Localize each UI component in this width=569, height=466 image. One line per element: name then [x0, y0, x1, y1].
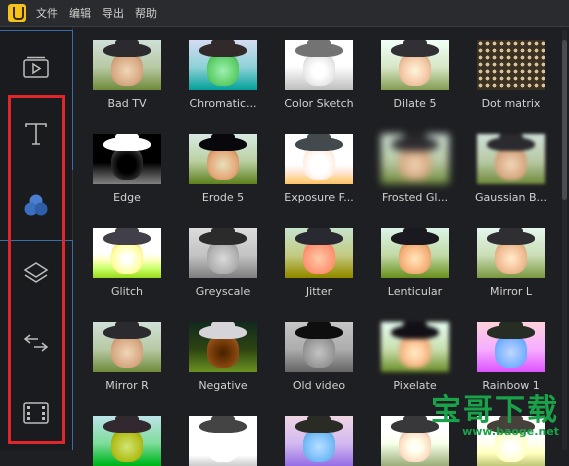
filter-label: Mirror L	[489, 285, 533, 298]
filter-label: Chromatic...	[189, 97, 257, 110]
filter-thumbnail	[189, 416, 257, 466]
filter-thumbnail	[381, 40, 449, 90]
filter-item[interactable]: Color Sketch	[276, 40, 362, 110]
menu-edit[interactable]: 编辑	[69, 5, 91, 21]
filter-item[interactable]	[84, 416, 170, 466]
app-logo-icon	[8, 4, 26, 22]
watermark-title: 宝哥下载	[431, 393, 559, 428]
filter-label: Dilate 5	[393, 97, 437, 110]
filter-item[interactable]: Glitch	[84, 228, 170, 298]
filter-thumbnail	[477, 322, 545, 372]
filter-label: Color Sketch	[284, 97, 354, 110]
filter-label: Frosted Gl...	[382, 191, 448, 204]
media-icon	[23, 56, 49, 78]
scrollbar-thumb[interactable]	[562, 40, 567, 200]
filter-label: Exposure F...	[284, 191, 354, 204]
filter-item[interactable]	[276, 416, 362, 466]
filter-item[interactable]: Greyscale	[180, 228, 266, 298]
filter-thumbnail	[477, 134, 545, 184]
filter-thumbnail	[477, 40, 545, 90]
filter-item[interactable]: Chromatic...	[180, 40, 266, 110]
active-tab-indicator	[72, 240, 73, 450]
filter-item[interactable]: Exposure F...	[276, 134, 362, 204]
filter-thumbnail	[189, 134, 257, 184]
grid-scrollbar[interactable]	[562, 30, 567, 450]
watermark: 宝哥下载 www.baoge.net	[431, 385, 559, 438]
filter-thumbnail	[285, 228, 353, 278]
filter-thumbnail	[285, 322, 353, 372]
filter-thumbnail	[285, 40, 353, 90]
menu-help[interactable]: 帮助	[135, 5, 157, 21]
filter-item[interactable]: Gaussian B...	[468, 134, 554, 204]
filter-thumbnail	[93, 416, 161, 466]
filter-thumbnail	[93, 40, 161, 90]
filter-item[interactable]: Old video	[276, 322, 362, 392]
filter-item[interactable]: Erode 5	[180, 134, 266, 204]
filter-thumbnail	[381, 134, 449, 184]
filter-label: Gaussian B...	[475, 191, 547, 204]
filter-label: Old video	[292, 379, 346, 392]
filter-thumbnail	[381, 228, 449, 278]
filter-label: Jitter	[305, 285, 333, 298]
filter-thumbnail	[93, 322, 161, 372]
filter-label: Greyscale	[195, 285, 251, 298]
filter-label: Bad TV	[107, 97, 147, 110]
filter-thumbnail	[189, 322, 257, 372]
filter-thumbnail	[93, 134, 161, 184]
filter-thumbnail	[93, 228, 161, 278]
active-tab-indicator	[72, 30, 73, 170]
filter-item[interactable]: Lenticular	[372, 228, 458, 298]
menubar: 文件 编辑 导出 帮助	[0, 0, 569, 27]
filter-item[interactable]: Bad TV	[84, 40, 170, 110]
filter-item[interactable]: Frosted Gl...	[372, 134, 458, 204]
media-button[interactable]	[18, 49, 54, 85]
filter-item[interactable]	[180, 416, 266, 466]
filter-item[interactable]: Jitter	[276, 228, 362, 298]
menu-file[interactable]: 文件	[36, 5, 58, 21]
filter-label: Glitch	[111, 285, 143, 298]
filter-label: Erode 5	[201, 191, 245, 204]
filter-thumbnail	[285, 134, 353, 184]
filter-item[interactable]: Dilate 5	[372, 40, 458, 110]
filter-item[interactable]: Edge	[84, 134, 170, 204]
annotation-highlight-box	[8, 95, 65, 444]
filter-item[interactable]: Mirror R	[84, 322, 170, 392]
filter-label: Mirror R	[105, 379, 149, 392]
filter-item[interactable]: Pixelate	[372, 322, 458, 392]
filter-label: Negative	[198, 379, 248, 392]
filter-label: Edge	[113, 191, 141, 204]
filter-thumbnail	[189, 228, 257, 278]
filter-item[interactable]: Rainbow 1	[468, 322, 554, 392]
filter-item[interactable]: Negative	[180, 322, 266, 392]
sidebar-divider	[0, 30, 72, 31]
filter-label: Lenticular	[387, 285, 443, 298]
filter-item[interactable]: Mirror L	[468, 228, 554, 298]
filter-thumbnail	[285, 416, 353, 466]
filter-label: Dot matrix	[481, 97, 541, 110]
menu-export[interactable]: 导出	[102, 5, 124, 21]
filter-thumbnail	[381, 322, 449, 372]
filter-thumbnail	[189, 40, 257, 90]
filter-thumbnail	[477, 228, 545, 278]
filter-item[interactable]: Dot matrix	[468, 40, 554, 110]
